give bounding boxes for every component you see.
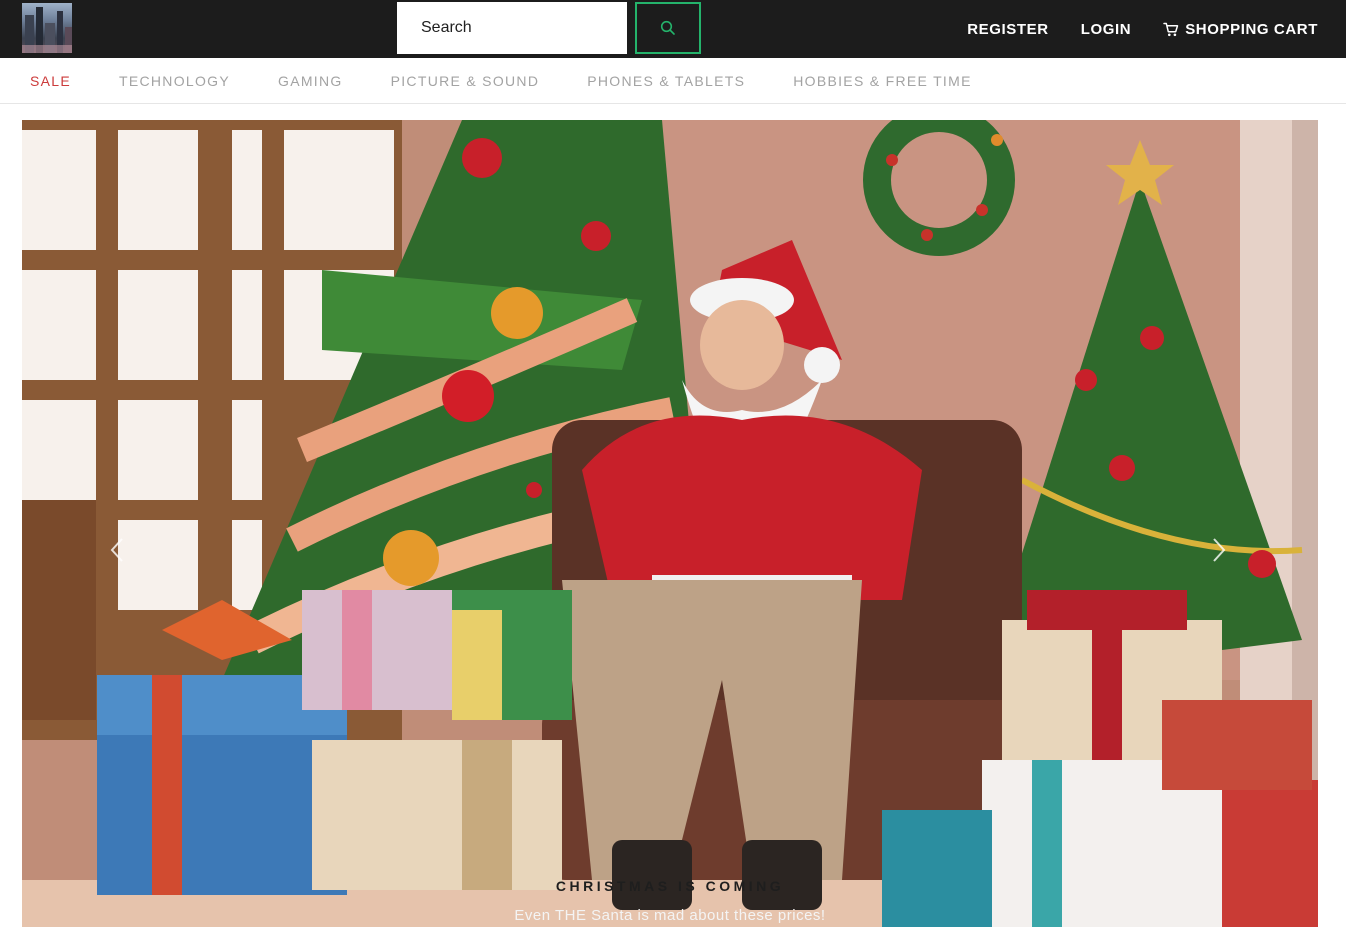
city-skyline-logo[interactable] — [22, 3, 72, 53]
category-phones-tablets[interactable]: PHONES & TABLETS — [587, 73, 745, 89]
login-link[interactable]: LOGIN — [1081, 21, 1132, 38]
category-picture-sound[interactable]: PICTURE & SOUND — [391, 73, 540, 89]
register-label: REGISTER — [967, 20, 1049, 38]
category-technology[interactable]: TECHNOLOGY — [119, 73, 230, 89]
category-nav: SALE TECHNOLOGY GAMING PICTURE & SOUND P… — [0, 58, 1346, 104]
register-link[interactable]: REGISTER — [967, 21, 1048, 38]
chevron-left-icon — [110, 538, 123, 562]
shopping-cart-link[interactable]: SHOPPING CART — [1163, 21, 1318, 38]
shopping-cart-label: SHOPPING CART — [1185, 20, 1318, 38]
login-label: LOGIN — [1080, 20, 1132, 38]
top-navbar: REGISTER LOGIN SHOPPING CART — [0, 0, 1346, 58]
carousel-caption-title: CHRISTMAS IS COMING — [555, 878, 785, 894]
carousel-prev-button[interactable] — [102, 535, 132, 565]
category-hobbies-free-time[interactable]: HOBBIES & FREE TIME — [793, 73, 971, 89]
search-input[interactable] — [397, 2, 627, 54]
santa-christmas-illustration — [22, 120, 1318, 927]
search-button[interactable] — [635, 2, 701, 54]
account-nav: REGISTER LOGIN SHOPPING CART — [967, 0, 1318, 58]
category-gaming[interactable]: GAMING — [278, 73, 343, 89]
search-icon — [660, 20, 675, 35]
shopping-cart-icon — [1163, 22, 1179, 36]
chevron-right-icon — [1213, 538, 1226, 562]
category-sale[interactable]: SALE — [30, 73, 71, 89]
carousel-caption-subtitle: Even THE Santa is mad about these prices… — [514, 907, 826, 924]
hero-carousel: CHRISTMAS IS COMING Even THE Santa is ma… — [22, 120, 1318, 927]
carousel-next-button[interactable] — [1204, 535, 1234, 565]
